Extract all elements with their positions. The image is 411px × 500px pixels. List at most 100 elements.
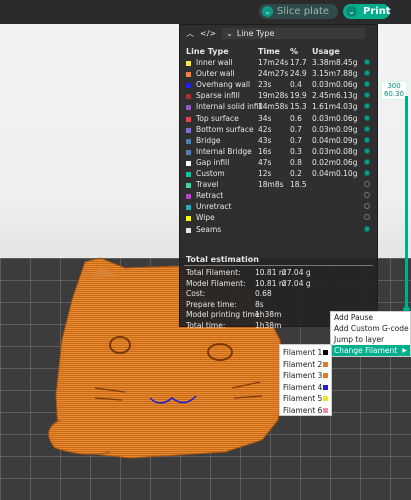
line-type-name: Overhang wall <box>196 80 251 90</box>
legend-row[interactable]: Retract <box>180 191 377 202</box>
line-type-percent: 17.7 <box>290 58 307 67</box>
line-type-percent: 0.2 <box>290 169 302 178</box>
eye-icon[interactable] <box>364 92 370 99</box>
filament-option[interactable]: Filament 6 <box>280 405 331 416</box>
legend-row[interactable]: Wipe <box>180 213 377 224</box>
color-swatch <box>186 116 191 122</box>
line-type-name: Internal Bridge <box>196 146 252 156</box>
eye-icon[interactable] <box>364 181 370 188</box>
line-type-percent: 19.9 <box>290 91 307 101</box>
eye-icon[interactable] <box>364 81 370 88</box>
filament-color-swatch <box>323 384 328 390</box>
line-type-name: Internal solid infill <box>196 102 263 112</box>
estimation-label: Model printing time: <box>186 310 262 319</box>
line-type-name: Unretract <box>196 202 232 212</box>
estimation-value: 0.68 <box>255 289 272 298</box>
filament-color-swatch <box>323 350 328 355</box>
layer-slider-track[interactable] <box>405 96 408 311</box>
menu-item-label: Change Filament <box>334 346 398 355</box>
menu-item-jump-to-layer[interactable]: Jump to layer <box>331 334 410 345</box>
legend-row[interactable]: Top surface 34s 0.6 0.03m 0.06g <box>180 114 377 125</box>
line-type-usage-weight: 0.09g <box>336 124 358 134</box>
eye-icon[interactable] <box>364 136 370 143</box>
print-button[interactable]: ⌄ Print <box>343 4 391 19</box>
menu-item-change-filament[interactable]: Change Filament ▶ <box>331 345 410 356</box>
line-type-name: Wipe <box>196 213 215 223</box>
eye-icon[interactable] <box>364 203 370 210</box>
legend-header: ︿ </> ⌄ Line Type <box>180 25 377 41</box>
chevron-down-icon[interactable]: ⌄ <box>262 6 273 17</box>
column-header: Line Type <box>186 47 229 56</box>
line-type-name: Bottom surface <box>196 124 254 134</box>
eye-icon[interactable] <box>364 59 370 65</box>
filament-option[interactable]: Filament 2 <box>280 359 331 370</box>
eye-icon[interactable] <box>364 125 370 132</box>
eye-icon[interactable] <box>364 70 370 77</box>
filament-option-label: Filament 2 <box>283 359 323 369</box>
slice-plate-label: Slice plate <box>277 6 330 17</box>
view-type-select[interactable]: ⌄ Line Type <box>222 27 366 39</box>
estimation-title: Total estimation <box>186 255 259 264</box>
eye-icon[interactable] <box>364 147 370 154</box>
line-type-time: 47s <box>258 157 272 167</box>
eye-icon[interactable] <box>364 158 370 165</box>
filament-option[interactable]: Filament 4 <box>280 382 331 393</box>
filament-color-swatch <box>323 407 328 413</box>
menu-item-add-pause[interactable]: Add Pause <box>331 312 410 323</box>
filament-color-swatch <box>323 373 328 378</box>
line-type-usage-length: 0.04m <box>312 169 337 178</box>
line-type-usage-length: 0.03m <box>312 146 337 156</box>
code-icon[interactable]: </> <box>200 29 216 38</box>
line-type-percent: 0.7 <box>290 124 302 134</box>
color-swatch <box>186 216 191 222</box>
estimation-value-2: 27.04 g <box>282 278 311 288</box>
estimation-value: 1h38m <box>255 310 282 319</box>
line-type-percent: 24.9 <box>290 69 307 79</box>
legend-row[interactable]: Inner wall 17m24s 17.7 3.38m 8.45g <box>180 58 377 69</box>
eye-icon[interactable] <box>364 114 370 121</box>
eye-icon[interactable] <box>364 214 370 221</box>
legend-row[interactable]: Outer wall 24m27s 24.9 3.15m 7.88g <box>180 69 377 80</box>
legend-row[interactable]: Unretract <box>180 202 377 213</box>
line-type-usage-weight: 0.08g <box>336 146 358 156</box>
legend-row[interactable]: Bottom surface 42s 0.7 0.03m 0.09g <box>180 125 377 136</box>
line-type-percent: 0.6 <box>290 113 302 123</box>
layer-slider-label[interactable]: 300 60.30 <box>381 81 407 100</box>
line-type-time: 12s <box>258 169 272 178</box>
eye-icon[interactable] <box>364 192 370 199</box>
legend-row[interactable]: Travel 18m8s 18.5 <box>180 180 377 191</box>
color-swatch <box>186 105 191 111</box>
chevron-down-icon[interactable]: ⌄ <box>346 6 357 17</box>
top-layer-height: 60.30 <box>383 90 405 98</box>
legend-row[interactable]: Sparse infill 19m28s 19.9 2.45m 6.13g <box>180 91 377 102</box>
legend-row[interactable]: Overhang wall 23s 0.4 0.03m 0.06g <box>180 80 377 91</box>
estimation-label: Cost: <box>186 289 206 298</box>
eye-icon[interactable] <box>364 170 370 176</box>
filament-option[interactable]: Filament 3 <box>280 370 331 381</box>
legend-row[interactable]: Internal solid infill 14m58s 15.3 1.61m 4.03… <box>180 102 377 113</box>
line-type-name: Retract <box>196 191 224 201</box>
legend-row[interactable]: Bridge 43s 0.7 0.04m 0.09g <box>180 136 377 147</box>
filament-option-label: Filament 3 <box>283 371 323 380</box>
filament-option-label: Filament 6 <box>283 405 323 415</box>
filament-option[interactable]: Filament 5 <box>280 393 331 404</box>
line-type-name: Gap infill <box>196 157 230 167</box>
line-type-usage-length: 3.38m <box>312 58 337 67</box>
legend-row[interactable]: Internal Bridge 16s 0.3 0.03m 0.08g <box>180 147 377 158</box>
color-swatch <box>186 183 191 189</box>
line-type-usage-length: 0.03m <box>312 124 337 134</box>
eye-icon[interactable] <box>364 225 370 232</box>
slice-plate-button[interactable]: ⌄ Slice plate <box>259 4 338 19</box>
legend-row[interactable]: Gap infill 47s 0.8 0.02m 0.06g <box>180 158 377 169</box>
legend-row[interactable]: Seams <box>180 225 377 236</box>
filament-color-swatch <box>323 396 328 401</box>
line-type-time: 43s <box>258 135 272 145</box>
legend-row[interactable]: Custom 12s 0.2 0.04m 0.10g <box>180 169 377 180</box>
line-type-usage-length: 2.45m <box>312 91 337 101</box>
estimation-row: Cost: 0.68 <box>186 289 376 299</box>
color-swatch <box>186 83 191 89</box>
eye-icon[interactable] <box>364 103 370 110</box>
collapse-icon[interactable]: ︿ <box>186 28 194 39</box>
menu-item-add-custom-gcode[interactable]: Add Custom G-code <box>331 323 410 334</box>
filament-option[interactable]: Filament 1 <box>280 347 331 358</box>
